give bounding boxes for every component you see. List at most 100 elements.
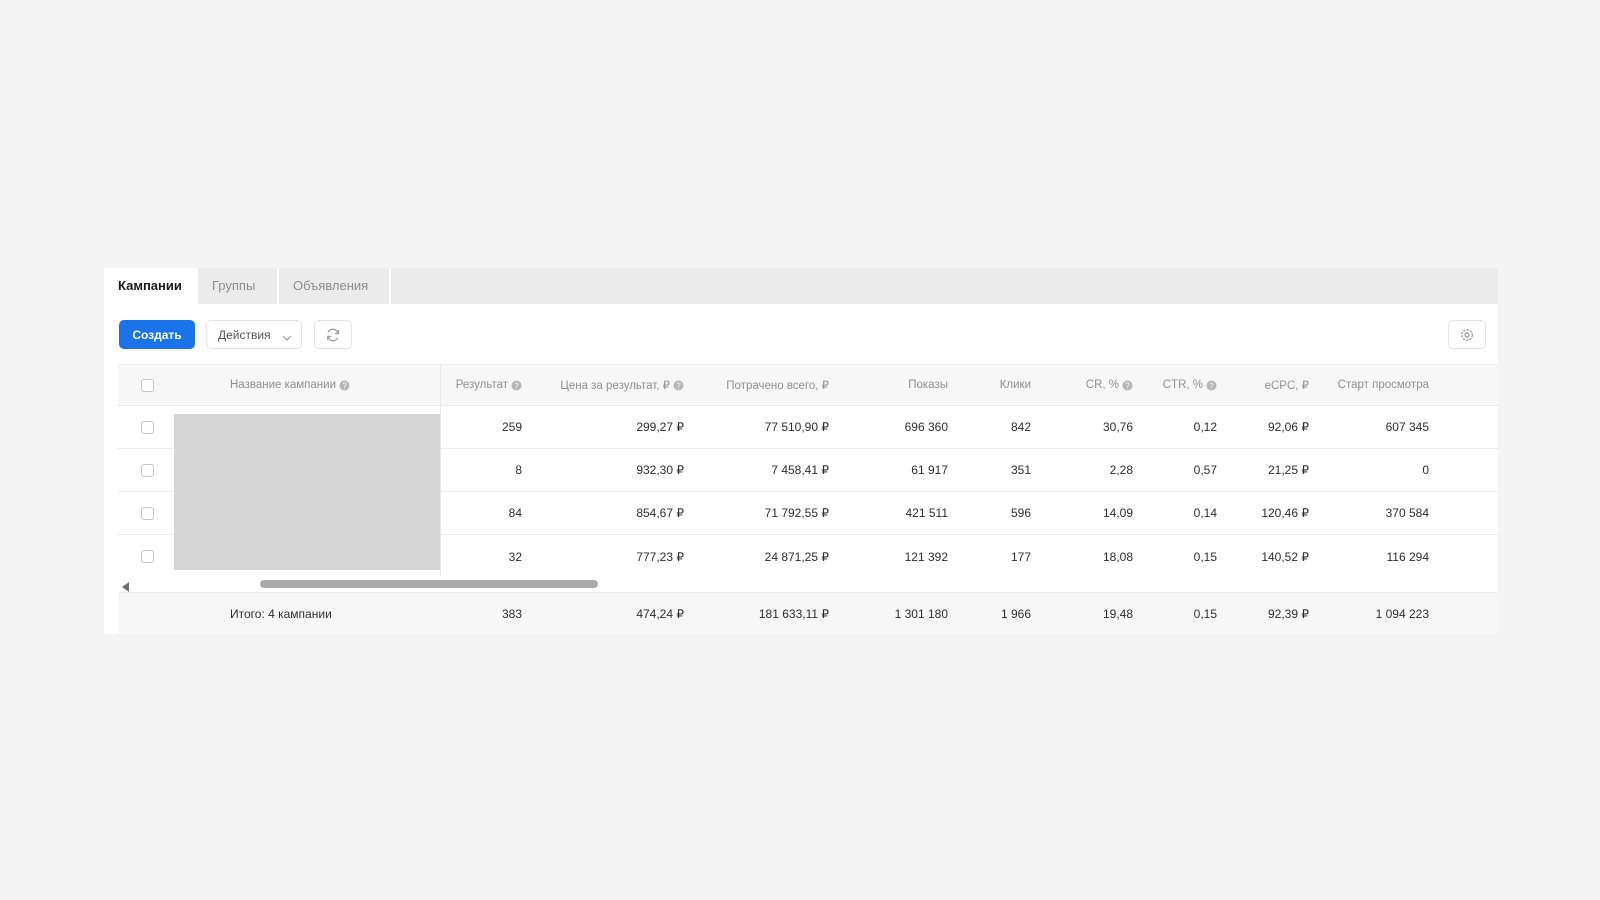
campaigns-table: Название кампании ? Результат ? Цена за … [118, 364, 1498, 634]
total-cr: 19,48 [1102, 606, 1133, 621]
total-start-view: 1 094 223 [1375, 606, 1429, 621]
column-divider [440, 364, 441, 576]
total-result: 383 [501, 606, 522, 621]
svg-text:?: ? [514, 381, 519, 390]
cell-ecpc: 21,25 ₽ [1268, 463, 1309, 477]
cell-spent: 71 792,55 ₽ [764, 506, 829, 520]
cell-ctr: 0,57 [1193, 463, 1217, 477]
cell-ctr: 0,14 [1193, 506, 1217, 520]
total-ecpc: 92,39 ₽ [1268, 606, 1309, 621]
cell-result: 8 [515, 463, 522, 477]
cell-ecpc: 120,46 ₽ [1261, 506, 1309, 520]
svg-text:?: ? [1209, 381, 1214, 390]
campaigns-panel: Кампании Группы Объявления Создать Дейст… [104, 268, 1498, 634]
total-ctr: 0,15 [1193, 606, 1217, 621]
cell-start-view: 607 345 [1385, 420, 1429, 434]
cell-impressions: 421 511 [905, 506, 949, 520]
header-label: Старт просмотра [1337, 379, 1429, 391]
cell-result: 259 [501, 420, 522, 434]
actions-label: Действия [218, 327, 271, 342]
header-label: Показы [908, 379, 948, 391]
cell-spent: 24 871,25 ₽ [764, 549, 829, 564]
total-clicks: 1 966 [1000, 606, 1031, 621]
help-icon[interactable]: ? [1206, 380, 1217, 391]
tab-groups[interactable]: Группы [198, 268, 279, 304]
cell-clicks: 842 [1010, 420, 1031, 434]
totals-label: Итого: 4 кампании [230, 606, 332, 621]
header-clicks[interactable]: Клики [948, 365, 1031, 405]
cell-result: 84 [508, 506, 522, 520]
header-spent[interactable]: Потрачено всего, ₽ [684, 365, 829, 405]
header-impressions[interactable]: Показы [829, 365, 948, 405]
cell-start-view: 0 [1422, 463, 1429, 477]
cell-start-view: 370 584 [1385, 506, 1429, 520]
header-label: Результат [455, 379, 508, 391]
horizontal-scrollbar[interactable] [118, 576, 1498, 592]
cell-cr: 30,76 [1102, 420, 1133, 434]
help-icon[interactable]: ? [511, 380, 522, 391]
table-totals-row: Итого: 4 кампании 383 474,24 ₽ 181 633,1… [118, 592, 1498, 634]
cell-ctr: 0,15 [1193, 549, 1217, 564]
help-icon[interactable]: ? [673, 380, 684, 391]
cell-ecpc: 140,52 ₽ [1261, 549, 1309, 564]
row-checkbox[interactable] [141, 550, 154, 563]
help-icon[interactable]: ? [339, 380, 350, 391]
chevron-down-icon [282, 330, 292, 344]
header-label: CR, % [1085, 379, 1119, 391]
refresh-button[interactable] [314, 320, 352, 349]
total-spent: 181 633,11 ₽ [758, 606, 829, 621]
cell-price: 854,67 ₽ [636, 506, 684, 520]
cell-result: 32 [508, 549, 522, 564]
cell-clicks: 351 [1010, 463, 1031, 477]
cell-price: 299,27 ₽ [636, 420, 684, 434]
header-label: Цена за результат, ₽ [560, 380, 670, 392]
svg-text:?: ? [676, 381, 681, 390]
cell-spent: 7 458,41 ₽ [771, 463, 829, 477]
table-header: Название кампании ? Результат ? Цена за … [118, 364, 1498, 406]
gear-icon [1461, 328, 1473, 341]
tab-campaigns[interactable]: Кампании [104, 268, 198, 304]
header-label: eCPC, ₽ [1264, 380, 1309, 392]
svg-text:?: ? [342, 381, 347, 390]
cell-impressions: 121 392 [904, 549, 948, 564]
refresh-icon [326, 328, 340, 341]
header-campaign-name[interactable]: Название кампании ? [230, 365, 430, 405]
cell-price: 777,23 ₽ [636, 549, 684, 564]
header-label: Название кампании [230, 379, 336, 391]
settings-button[interactable] [1448, 320, 1486, 349]
cell-price: 932,30 ₽ [636, 463, 684, 477]
header-label: Клики [999, 379, 1031, 391]
actions-dropdown[interactable]: Действия [206, 320, 302, 349]
help-icon[interactable]: ? [1122, 380, 1133, 391]
svg-text:?: ? [1125, 381, 1130, 390]
cell-clicks: 177 [1010, 549, 1031, 564]
row-checkbox[interactable] [141, 464, 154, 477]
tab-ads[interactable]: Объявления [279, 268, 391, 304]
header-price-per-result[interactable]: Цена за результат, ₽ ? [522, 365, 684, 405]
cell-clicks: 596 [1010, 506, 1031, 520]
total-impressions: 1 301 180 [894, 606, 948, 621]
cell-impressions: 696 360 [904, 420, 948, 434]
header-start-view[interactable]: Старт просмотра [1309, 365, 1429, 405]
row-checkbox[interactable] [141, 421, 154, 434]
cell-spent: 77 510,90 ₽ [764, 420, 829, 434]
cell-ctr: 0,12 [1193, 420, 1217, 434]
scrollbar-thumb[interactable] [260, 580, 598, 588]
header-ctr[interactable]: CTR, % ? [1133, 365, 1217, 405]
row-checkbox[interactable] [141, 507, 154, 520]
redacted-campaign-names [174, 414, 440, 570]
cell-start-view: 116 294 [1386, 549, 1430, 564]
cell-cr: 2,28 [1109, 463, 1133, 477]
header-label: Потрачено всего, ₽ [726, 380, 829, 392]
create-button[interactable]: Создать [119, 320, 195, 349]
toolbar: Создать Действия [104, 304, 1498, 364]
header-result[interactable]: Результат ? [440, 365, 522, 405]
cell-cr: 14,09 [1102, 506, 1133, 520]
header-cr[interactable]: CR, % ? [1031, 365, 1133, 405]
cell-cr: 18,08 [1102, 549, 1133, 564]
total-price: 474,24 ₽ [636, 606, 684, 621]
tab-bar: Кампании Группы Объявления [104, 268, 1498, 304]
header-ecpc[interactable]: eCPC, ₽ [1217, 365, 1309, 405]
cell-ecpc: 92,06 ₽ [1268, 420, 1309, 434]
select-all-checkbox[interactable] [141, 379, 154, 392]
